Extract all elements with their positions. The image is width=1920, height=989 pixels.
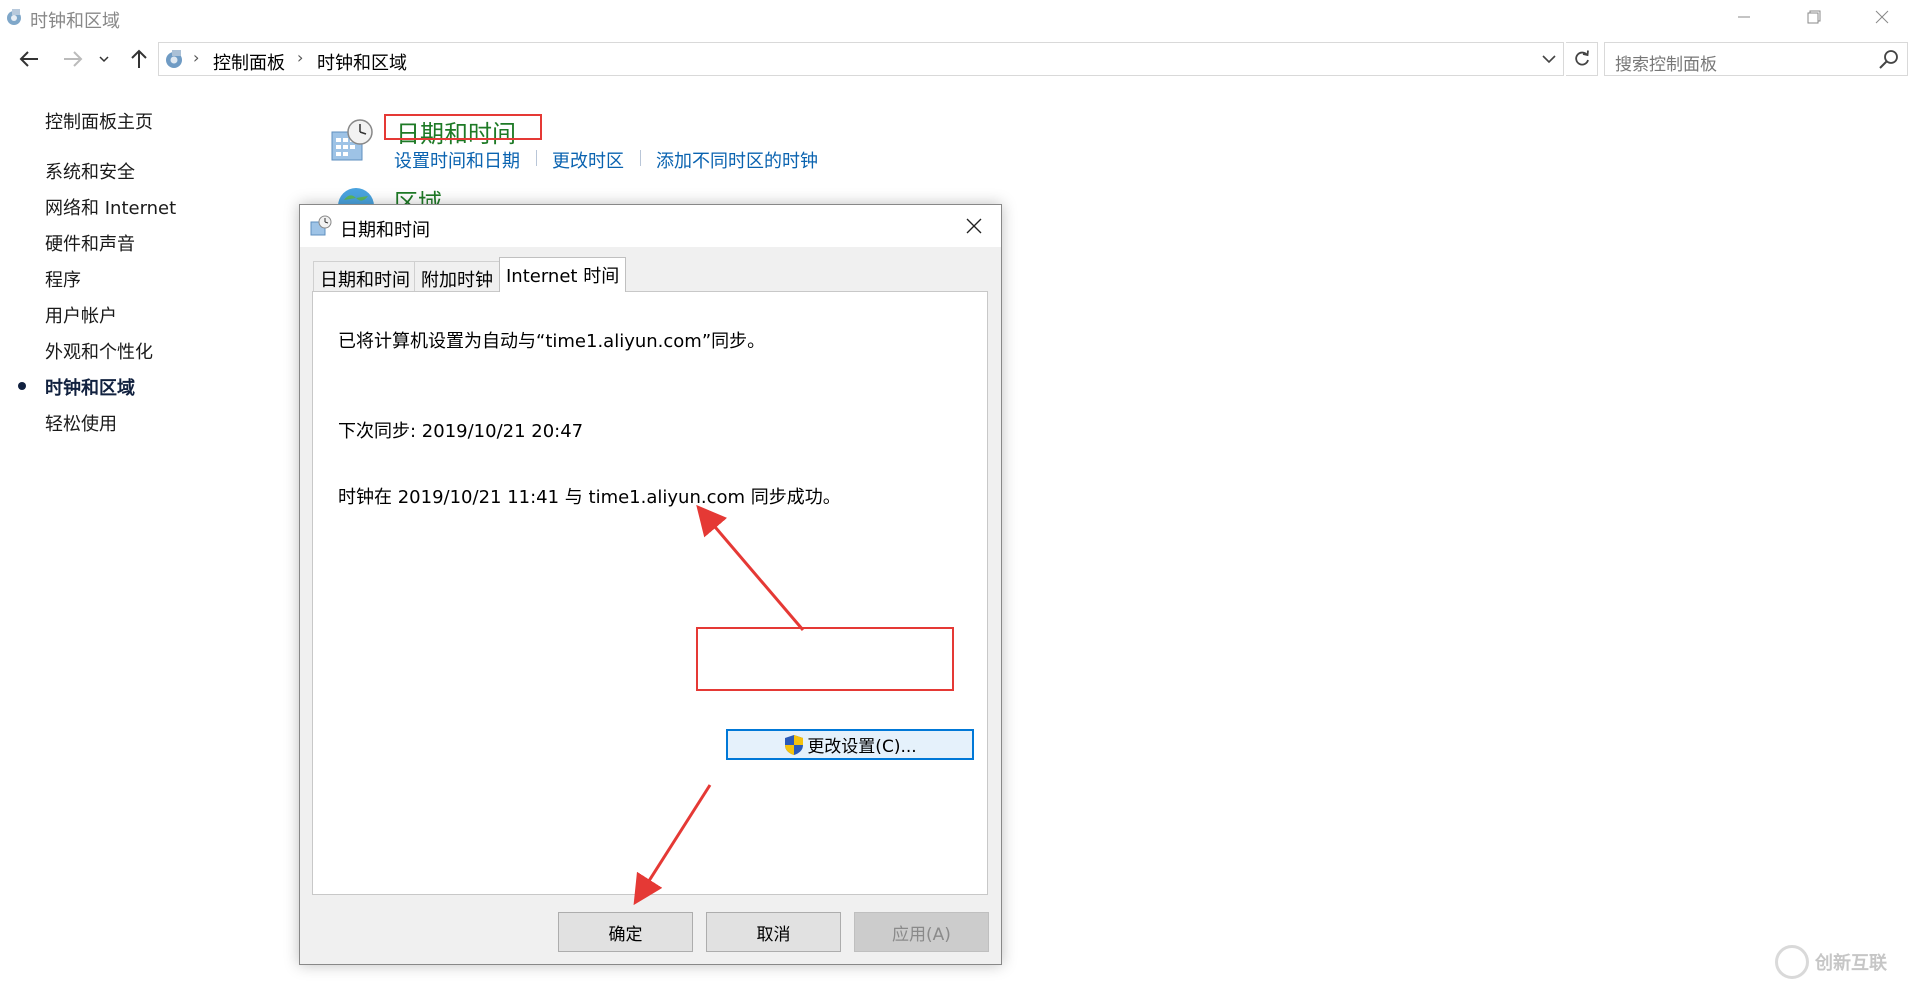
ok-button[interactable]: 确定 [558, 912, 693, 952]
window-title: 时钟和区域 [30, 11, 120, 32]
sidebar-item-network[interactable]: 网络和 Internet [45, 194, 176, 220]
forward-button[interactable] [58, 44, 88, 74]
minimize-button[interactable] [1714, 0, 1774, 34]
dialog-close-button[interactable] [954, 209, 994, 243]
link-set-time-date[interactable]: 设置时间和日期 [394, 147, 520, 173]
search-icon[interactable] [1877, 47, 1901, 71]
uac-shield-icon [785, 734, 804, 755]
next-sync-text: 下次同步: 2019/10/21 20:47 [338, 421, 584, 442]
link-divider [536, 150, 537, 166]
breadcrumb-separator-icon: › [297, 48, 304, 67]
back-arrow-icon [19, 51, 38, 67]
sidebar-item-programs[interactable]: 程序 [45, 266, 81, 292]
chevron-down-icon [1542, 55, 1556, 64]
apply-button[interactable]: 应用(A) [854, 912, 989, 952]
cancel-button[interactable]: 取消 [706, 912, 841, 952]
link-divider [640, 150, 641, 166]
dialog-title-bar: 日期和时间 [300, 205, 1001, 247]
change-settings-label: 更改设置(C)... [807, 737, 917, 757]
tab-internet-time[interactable]: Internet 时间 [499, 257, 627, 292]
highlight-box-change-settings [696, 627, 954, 691]
control-panel-icon [166, 50, 182, 68]
region-globe-icon [338, 188, 374, 206]
navigation-bar: › 控制面板 › 时钟和区域 搜索控制面板 [0, 40, 1920, 78]
close-window-button[interactable] [1852, 0, 1912, 34]
sidebar-item-appearance[interactable]: 外观和个性化 [45, 338, 153, 364]
date-time-dialog-icon [310, 215, 332, 236]
tab-additional-clocks[interactable]: 附加时钟 [414, 261, 500, 291]
sidebar-item-clock-region[interactable]: 时钟和区域 [45, 374, 135, 400]
minimize-icon [1738, 16, 1750, 18]
breadcrumb-clock-region[interactable]: 时钟和区域 [317, 49, 407, 75]
sidebar-item-hardware-sound[interactable]: 硬件和声音 [45, 230, 135, 256]
chevron-down-icon [99, 56, 109, 63]
sync-result-text: 时钟在 2019/10/21 11:41 与 time1.aliyun.com … [338, 487, 841, 508]
refresh-icon [1574, 50, 1589, 66]
tab-date-time[interactable]: 日期和时间 [313, 261, 417, 291]
title-bar: 时钟和区域 [0, 0, 1920, 36]
up-arrow-icon [131, 49, 147, 68]
forward-arrow-icon [64, 51, 83, 67]
restore-icon [1807, 10, 1821, 24]
refresh-button[interactable] [1566, 42, 1598, 76]
address-bar[interactable]: › 控制面板 › 时钟和区域 [158, 42, 1564, 76]
sidebar-item-ease-of-access[interactable]: 轻松使用 [45, 410, 117, 436]
control-panel-window: 时钟和区域 › 控制面板 › 时钟和区域 搜索控制面板 控制面板主页 系统和安全… [0, 0, 1920, 989]
sync-server-text: 已将计算机设置为自动与“time1.aliyun.com”同步。 [338, 331, 766, 352]
restore-button[interactable] [1784, 0, 1844, 34]
address-dropdown-button[interactable] [1537, 47, 1561, 71]
highlight-box-title [384, 114, 542, 140]
date-time-category-icon [331, 119, 373, 161]
sidebar-item-home[interactable]: 控制面板主页 [45, 108, 153, 134]
dialog-title: 日期和时间 [340, 220, 430, 241]
breadcrumb-control-panel[interactable]: 控制面板 [213, 49, 285, 75]
sidebar-item-user-accounts[interactable]: 用户帐户 [45, 302, 117, 328]
search-placeholder: 搜索控制面板 [1615, 55, 1717, 75]
change-settings-button[interactable]: 更改设置(C)... [726, 729, 974, 760]
up-button[interactable] [124, 44, 154, 74]
search-box[interactable]: 搜索控制面板 [1604, 42, 1908, 76]
recent-locations-button[interactable] [94, 44, 114, 74]
close-icon [1875, 10, 1889, 24]
link-add-clocks[interactable]: 添加不同时区的时钟 [656, 147, 818, 173]
watermark-brand: 创新互联 [1815, 953, 1887, 974]
back-button[interactable] [14, 44, 44, 74]
link-change-timezone[interactable]: 更改时区 [552, 147, 624, 173]
control-panel-app-icon [7, 9, 21, 25]
close-icon [966, 218, 982, 234]
breadcrumb-separator-icon: › [193, 48, 200, 67]
active-bullet [18, 382, 26, 390]
watermark: 创新互联 [1775, 940, 1915, 984]
date-time-dialog: 日期和时间 日期和时间 附加时钟 Internet 时间 已将计算机设置为自动与… [299, 204, 1002, 965]
watermark-logo-icon [1775, 945, 1809, 979]
sidebar-item-system-security[interactable]: 系统和安全 [45, 158, 135, 184]
internet-time-panel: 已将计算机设置为自动与“time1.aliyun.com”同步。 下次同步: 2… [312, 291, 988, 895]
region-category-title[interactable]: 区域 [394, 183, 442, 205]
